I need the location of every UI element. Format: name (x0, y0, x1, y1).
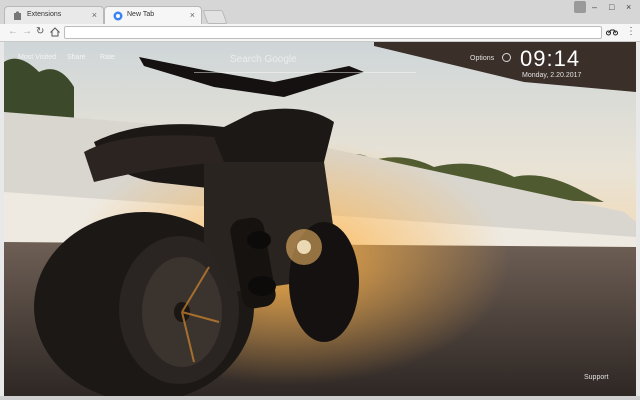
motorcycle-extension-icon[interactable] (606, 27, 618, 36)
clock-date: Monday, 2.20.2017 (522, 72, 582, 79)
menu-icon[interactable]: ⋮ (626, 26, 636, 37)
close-window-icon[interactable]: × (626, 2, 631, 12)
most-visited-link[interactable]: Most Visited (18, 54, 56, 61)
share-link[interactable]: Share (67, 54, 86, 61)
minimize-icon[interactable]: – (592, 2, 597, 12)
window-bottom-border (0, 396, 640, 400)
profile-icon[interactable] (574, 1, 586, 13)
tab-strip: Extensions × New Tab × – □ × (0, 0, 640, 24)
clock-time: 09:14 (520, 46, 581, 71)
clock-icon[interactable] (502, 53, 511, 62)
search-input[interactable]: Search Google (230, 54, 297, 65)
home-icon[interactable] (50, 27, 60, 37)
reload-icon[interactable]: ↻ (36, 26, 44, 38)
forward-arrow-icon[interactable]: → (22, 26, 32, 38)
back-arrow-icon[interactable]: ← (8, 26, 18, 38)
rate-link[interactable]: Rate (100, 54, 115, 61)
tab-extensions[interactable]: Extensions × (4, 6, 104, 24)
browser-toolbar: ← → ↻ ⋮ (0, 24, 640, 42)
address-bar[interactable] (64, 26, 602, 39)
maximize-icon[interactable]: □ (609, 2, 614, 12)
motorcycle-wallpaper (4, 42, 636, 396)
tab-title: New Tab (127, 11, 155, 18)
close-tab-icon[interactable]: × (92, 10, 97, 20)
tab-new-tab[interactable]: New Tab × (104, 6, 202, 24)
options-link[interactable]: Options (470, 55, 494, 62)
browser-window: Extensions × New Tab × – □ × ← → ↻ ⋮ Mos… (0, 0, 640, 400)
new-tab-favicon-icon (113, 11, 123, 21)
new-tab-button[interactable] (202, 10, 228, 24)
puzzle-icon (14, 11, 21, 20)
close-tab-icon[interactable]: × (190, 10, 195, 20)
new-tab-page: Most Visited Share Rate Search Google Op… (4, 42, 636, 396)
support-link[interactable]: Support (584, 374, 609, 381)
search-underline (194, 72, 416, 73)
tab-title: Extensions (27, 11, 62, 18)
